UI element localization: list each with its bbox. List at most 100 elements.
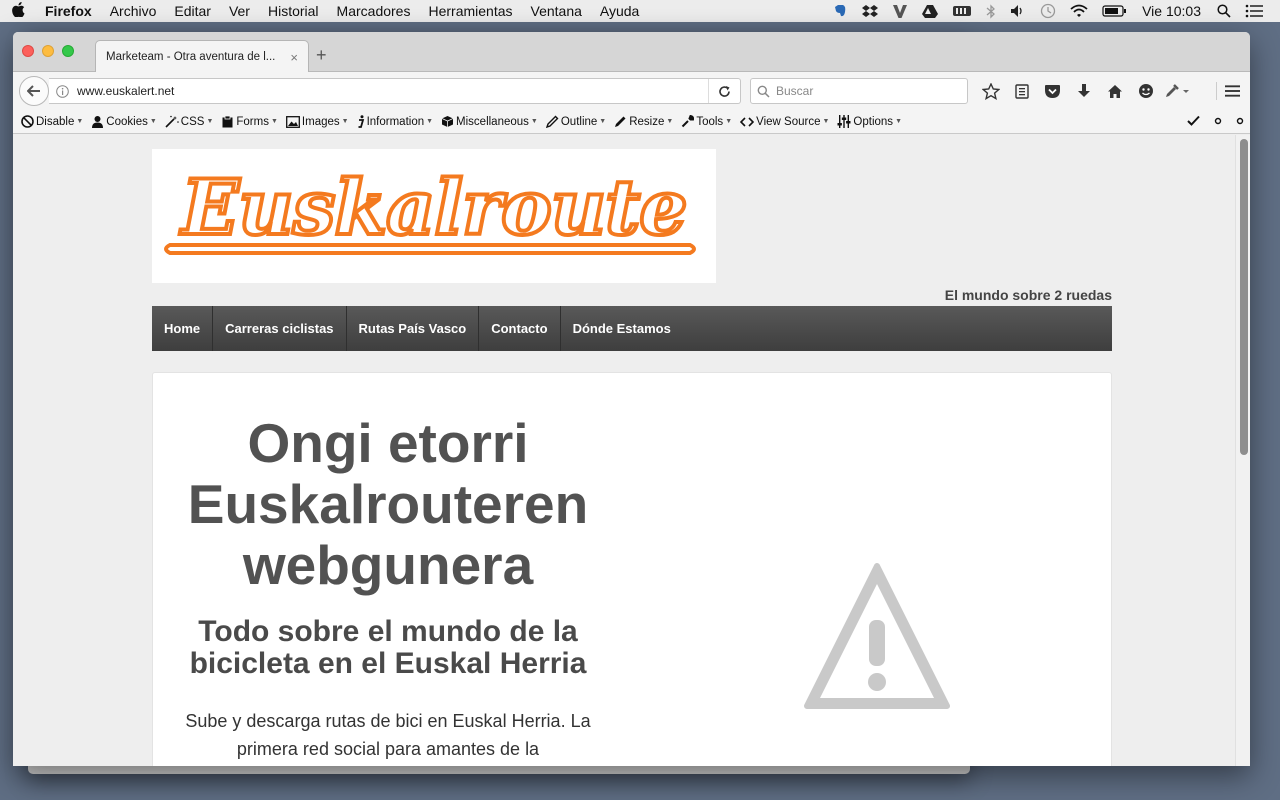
webdev-miscellaneous-menu[interactable]: Miscellaneous ▼ [441, 115, 538, 128]
webdev-outline-label: Outline [560, 115, 598, 128]
bluetooth-icon[interactable] [986, 3, 996, 19]
window-close-button[interactable] [22, 45, 34, 57]
webdev-resize-menu[interactable]: Resize ▼ [614, 115, 673, 128]
time-machine-icon[interactable] [1040, 3, 1056, 19]
welcome-subheading: Todo sobre el mundo de la bicicleta en e… [189, 615, 587, 680]
status-menus: Vie 10:03 [825, 0, 1280, 22]
webdev-cookies-menu[interactable]: Cookies ▼ [91, 115, 157, 128]
tab-close-icon[interactable]: × [290, 50, 298, 65]
webdev-resize-label: Resize [629, 115, 665, 128]
volume-icon[interactable] [1010, 4, 1026, 18]
search-bar[interactable] [750, 78, 968, 104]
battery-monitor-icon[interactable] [952, 4, 972, 18]
menu-editar[interactable]: Editar [165, 0, 220, 22]
dropbox-icon[interactable] [862, 4, 879, 19]
nav-rutas-pais-vasco[interactable]: Rutas País Vasco [347, 306, 480, 351]
webdev-information-label: Information [366, 115, 425, 128]
webdev-images-label: Images [301, 115, 340, 128]
home-icon[interactable] [1099, 81, 1130, 101]
webdev-tools-menu[interactable]: Tools ▼ [681, 115, 732, 128]
outline-pencil-icon [545, 115, 559, 128]
vectorize-icon[interactable] [892, 4, 908, 19]
webdev-cookies-label: Cookies [106, 115, 148, 128]
menu-hamburger-icon[interactable] [1216, 82, 1240, 100]
spotlight-search-icon[interactable] [1217, 4, 1231, 18]
webdev-images-menu[interactable]: Images ▼ [285, 115, 349, 128]
webdev-outline-menu[interactable]: Outline ▼ [545, 115, 606, 128]
nav-carreras-ciclistas[interactable]: Carreras ciclistas [213, 306, 347, 351]
css-wand-icon [165, 115, 179, 128]
scrollbar-thumb[interactable] [1240, 139, 1248, 455]
notification-center-icon[interactable] [1245, 4, 1263, 18]
web-page-content: Euskalroute El mundo sobre 2 ruedas Home… [13, 135, 1235, 766]
back-button[interactable] [19, 76, 49, 106]
webdev-information-menu[interactable]: Information ▼ [357, 115, 433, 128]
toolbar-icons [975, 81, 1192, 101]
validation-check-icon[interactable] [1187, 115, 1200, 129]
validation-dot-icon[interactable] [1236, 116, 1244, 128]
webdev-status-icons [1173, 115, 1250, 129]
welcome-body-text: Sube y descarga rutas de bici en Euskal … [185, 711, 591, 759]
back-arrow-icon [27, 85, 40, 97]
nav-donde-estamos[interactable]: Dónde Estamos [561, 306, 683, 351]
url-text[interactable]: www.euskalert.net [75, 84, 708, 98]
euskalroute-logo[interactable]: Euskalroute [152, 149, 716, 283]
menu-ayuda[interactable]: Ayuda [591, 0, 648, 22]
menu-herramientas[interactable]: Herramientas [419, 0, 521, 22]
main-navigation: Home Carreras ciclistas Rutas País Vasco… [152, 306, 1112, 351]
webdev-view-source-label: View Source [756, 115, 821, 128]
menu-firefox[interactable]: Firefox [36, 0, 101, 22]
webdev-options-menu[interactable]: Options ▼ [837, 115, 902, 128]
menu-archivo[interactable]: Archivo [101, 0, 166, 22]
options-sliders-icon [837, 115, 851, 128]
menu-ver[interactable]: Ver [220, 0, 259, 22]
tools-wrench-icon [682, 115, 695, 128]
menu-historial[interactable]: Historial [259, 0, 328, 22]
webdev-view-source-menu[interactable]: View Source ▼ [740, 116, 829, 128]
evernote-icon[interactable] [832, 3, 848, 19]
resize-pencil-icon [615, 116, 626, 127]
browser-window: Marketeam - Otra aventura de l... × + ww… [13, 32, 1250, 766]
webdev-disable-label: Disable [36, 115, 75, 128]
google-drive-icon[interactable] [922, 4, 939, 18]
webdev-css-menu[interactable]: CSS ▼ [165, 115, 213, 128]
webdev-forms-menu[interactable]: Forms ▼ [221, 115, 278, 128]
webdev-tools-label: Tools [696, 115, 724, 128]
images-picture-icon [285, 115, 300, 128]
eyedropper-icon[interactable] [1161, 81, 1192, 101]
menu-ventana[interactable]: Ventana [522, 0, 591, 22]
reload-icon[interactable] [708, 79, 740, 103]
apple-menu-icon[interactable] [0, 1, 36, 21]
new-tab-button[interactable]: + [316, 46, 327, 64]
page-scrollbar[interactable] [1235, 135, 1250, 766]
browser-tab[interactable]: Marketeam - Otra aventura de l... × [95, 40, 309, 73]
information-icon [358, 115, 364, 128]
webdev-miscellaneous-label: Miscellaneous [456, 115, 529, 128]
tab-bar: Marketeam - Otra aventura de l... × + [13, 32, 1250, 73]
url-bar[interactable]: www.euskalert.net [49, 78, 741, 104]
web-developer-toolbar: Disable ▼ Cookies ▼ CSS ▼ Forms ▼ Images ▼ In… [13, 110, 1250, 134]
forms-clipboard-icon [222, 115, 233, 128]
nav-home[interactable]: Home [152, 306, 214, 351]
site-tagline: El mundo sobre 2 ruedas [944, 287, 1112, 303]
downloads-icon[interactable] [1068, 81, 1099, 101]
battery-icon[interactable] [1102, 5, 1127, 17]
menubar-clock[interactable]: Vie 10:03 [1142, 3, 1201, 19]
bookmarks-list-icon[interactable] [1006, 81, 1037, 101]
search-input[interactable] [776, 84, 956, 98]
window-zoom-button[interactable] [62, 45, 74, 57]
webdev-css-label: CSS [180, 115, 205, 128]
menu-marcadores[interactable]: Marcadores [328, 0, 420, 22]
emoji-addon-icon[interactable] [1130, 81, 1161, 101]
site-info-icon[interactable] [49, 84, 75, 98]
pocket-icon[interactable] [1037, 81, 1068, 101]
webdev-disable-menu[interactable]: Disable ▼ [21, 115, 83, 128]
welcome-heading: Ongi etorri Euskalrouteren webgunera [187, 412, 589, 596]
cookies-user-icon [92, 116, 104, 128]
nav-contacto[interactable]: Contacto [479, 306, 561, 351]
wifi-icon[interactable] [1070, 4, 1088, 18]
validation-dot-icon[interactable] [1214, 116, 1222, 128]
bookmark-star-icon[interactable] [975, 81, 1006, 101]
webdev-forms-label: Forms [236, 115, 269, 128]
window-minimize-button[interactable] [42, 45, 54, 57]
